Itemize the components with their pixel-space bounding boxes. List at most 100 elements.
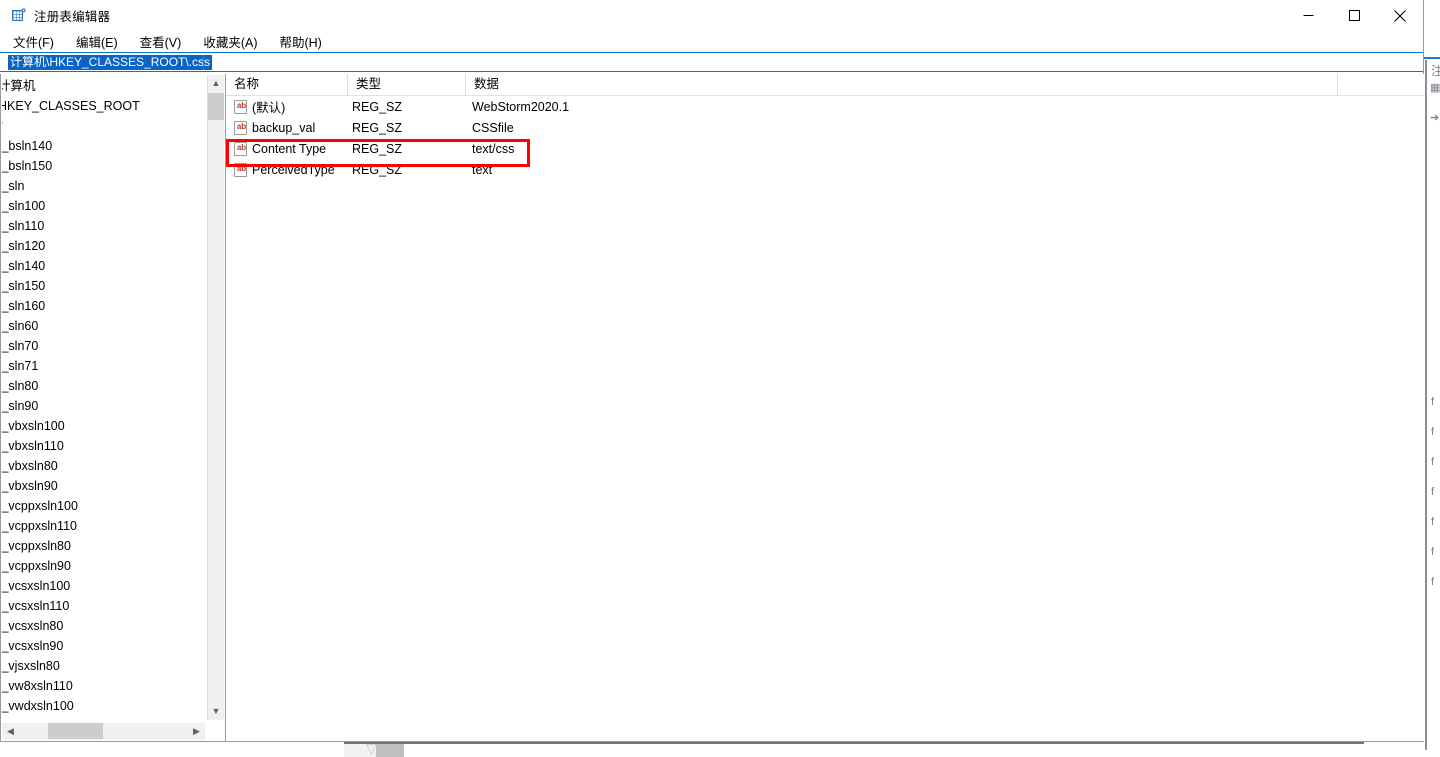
address-bar[interactable]: 计算机\HKEY_CLASSES_ROOT\.css [0, 52, 1423, 72]
close-button[interactable] [1377, 0, 1423, 31]
tree-node-key[interactable]: ._sln100 [2, 196, 205, 216]
value-name-cell: ab Content Type [226, 141, 348, 156]
string-value-icon: ab [234, 141, 247, 156]
content-area: 计算机 HKEY_CLASSES_ROOT * ._bsln140 ._bsln… [0, 74, 1424, 742]
menu-item-favorites[interactable]: 收藏夹(A) [201, 31, 259, 52]
registry-tree-pane: 计算机 HKEY_CLASSES_ROOT * ._bsln140 ._bsln… [0, 74, 226, 742]
tree-horizontal-scrollbar[interactable]: ◀ ▶ [2, 723, 205, 740]
tree-vertical-scrollbar-thumb[interactable] [208, 93, 224, 120]
value-name-label: (默认) [252, 101, 286, 115]
value-type-cell: REG_SZ [352, 141, 403, 156]
tree-node-key[interactable]: ._vcsxsln90 [2, 636, 205, 656]
background-taskbar-block-dark [376, 744, 404, 757]
background-vertical-rule [1425, 60, 1427, 750]
tree-node-key[interactable]: ._vcsxsln100 [2, 576, 205, 596]
chevron-right-icon[interactable]: ▶ [188, 723, 205, 739]
title-bar: 注册表编辑器 [0, 0, 1423, 31]
tree-node-key[interactable]: ._vwdxsln100 [2, 696, 205, 716]
tree-node-key[interactable]: ._sln140 [2, 256, 205, 276]
tree-node-key[interactable]: ._sln60 [2, 316, 205, 336]
tree-node-key[interactable]: ._vcsxsln110 [2, 596, 205, 616]
tree-node-hkey-classes-root[interactable]: HKEY_CLASSES_ROOT [2, 96, 205, 116]
tree-vertical-scrollbar[interactable]: ▲ ▼ [207, 75, 224, 720]
chevron-left-icon[interactable]: ◀ [2, 723, 19, 739]
registry-editor-window: 注册表编辑器 文件(F) 编辑(E) 查看(V) 收藏夹(A) 帮助(H) 计算… [0, 0, 1424, 742]
string-value-icon: ab [234, 162, 247, 177]
tree-node-key[interactable]: ._vcppxsln80 [2, 536, 205, 556]
registry-grid-icon [11, 7, 27, 24]
tree-scroll-viewport: 计算机 HKEY_CLASSES_ROOT * ._bsln140 ._bsln… [2, 76, 205, 720]
tree-node-key[interactable]: ._sln90 [2, 396, 205, 416]
value-type-cell: REG_SZ [352, 120, 403, 135]
menu-bar: 文件(F) 编辑(E) 查看(V) 收藏夹(A) 帮助(H) [0, 31, 1423, 52]
value-data-cell: text/css [472, 141, 515, 156]
tree-node-key[interactable]: ._sln160 [2, 296, 205, 316]
close-icon [1394, 9, 1406, 22]
background-chevron-icon: ▽ [366, 740, 377, 756]
string-value-icon: ab [234, 120, 247, 135]
registry-values-list: ab (默认) REG_SZ WebStorm2020.1 ab backup_… [226, 96, 1424, 180]
maximize-icon [1348, 10, 1360, 21]
chevron-up-icon[interactable]: ▲ [208, 75, 224, 92]
tree-node-key[interactable]: ._vbxsln80 [2, 456, 205, 476]
value-name-cell: ab (默认) [226, 97, 348, 116]
tree-node-key[interactable]: ._sln71 [2, 356, 205, 376]
address-input[interactable]: 计算机\HKEY_CLASSES_ROOT\.css [8, 55, 213, 70]
tree-node-computer[interactable]: 计算机 [2, 76, 205, 96]
tree-node-key[interactable]: ._bsln150 [2, 156, 205, 176]
list-column-headers: 名称 类型 数据 [226, 74, 1424, 96]
background-fragment-cursor-icon: ➔ [1430, 112, 1440, 124]
column-header-type[interactable]: 类型 [348, 74, 466, 95]
chevron-down-icon[interactable]: ▼ [208, 703, 224, 720]
background-fragment-label: f [1431, 576, 1435, 588]
background-horizontal-rule [344, 742, 1364, 744]
table-row[interactable]: ab (默认) REG_SZ WebStorm2020.1 [226, 96, 1424, 117]
tree-node-key[interactable]: ._vbxsln100 [2, 416, 205, 436]
tree-horizontal-scrollbar-thumb[interactable] [48, 723, 103, 739]
tree-node-key[interactable]: ._sln150 [2, 276, 205, 296]
minimize-icon [1303, 15, 1313, 16]
column-header-data[interactable]: 数据 [466, 74, 1338, 95]
maximize-button[interactable] [1331, 0, 1377, 31]
value-name-cell: ab PerceivedType [226, 162, 348, 177]
background-fragment-label: f [1431, 486, 1435, 498]
column-header-name[interactable]: 名称 [226, 74, 348, 95]
tree-node-key[interactable]: ._vjsxsln80 [2, 656, 205, 676]
menu-item-help[interactable]: 帮助(H) [277, 31, 323, 52]
value-name-label: Content Type [252, 141, 327, 156]
table-row[interactable]: ab PerceivedType REG_SZ text [226, 159, 1424, 180]
tree-node-key[interactable]: ._vwdxsln110 [2, 716, 205, 720]
background-fragment-label: 注 [1431, 64, 1440, 78]
registry-values-pane: 名称 类型 数据 ab (默认) REG_SZ WebStorm2020.1 a… [226, 74, 1424, 742]
minimize-button[interactable] [1285, 0, 1331, 31]
background-fragment-label: f [1431, 426, 1435, 438]
tree-node-key[interactable]: ._vcppxsln90 [2, 556, 205, 576]
tree-node-key[interactable]: ._sln [2, 176, 205, 196]
tree-node-asterisk[interactable]: * [2, 116, 205, 136]
string-value-icon: ab [234, 99, 247, 114]
value-data-cell: text [472, 162, 493, 177]
background-fragment-label: f [1431, 396, 1435, 408]
tree-node-key[interactable]: ._sln110 [2, 216, 205, 236]
value-name-label: backup_val [252, 120, 316, 135]
tree-node-key[interactable]: ._vcppxsln110 [2, 516, 205, 536]
table-row[interactable]: ab backup_val REG_SZ CSSfile [226, 117, 1424, 138]
menu-item-edit[interactable]: 编辑(E) [74, 31, 120, 52]
tree-node-key[interactable]: ._vcsxsln80 [2, 616, 205, 636]
table-row[interactable]: ab Content Type REG_SZ text/css [226, 138, 1424, 159]
tree-node-key[interactable]: ._sln80 [2, 376, 205, 396]
tree-node-key[interactable]: ._vbxsln110 [2, 436, 205, 456]
tree-node-key[interactable]: ._vbxsln90 [2, 476, 205, 496]
tree-node-key[interactable]: ._sln70 [2, 336, 205, 356]
value-data-cell: CSSfile [472, 120, 514, 135]
window-title: 注册表编辑器 [34, 10, 111, 24]
tree-node-key[interactable]: ._sln120 [2, 236, 205, 256]
value-name-label: PerceivedType [252, 162, 335, 177]
tree-node-key[interactable]: ._vw8xsln110 [2, 676, 205, 696]
tree-node-key[interactable]: ._bsln140 [2, 136, 205, 156]
menu-item-view[interactable]: 查看(V) [138, 31, 184, 52]
value-type-cell: REG_SZ [352, 99, 403, 114]
tree-node-key[interactable]: ._vcppxsln100 [2, 496, 205, 516]
menu-item-file[interactable]: 文件(F) [11, 31, 56, 52]
registry-tree: 计算机 HKEY_CLASSES_ROOT * ._bsln140 ._bsln… [2, 76, 205, 720]
